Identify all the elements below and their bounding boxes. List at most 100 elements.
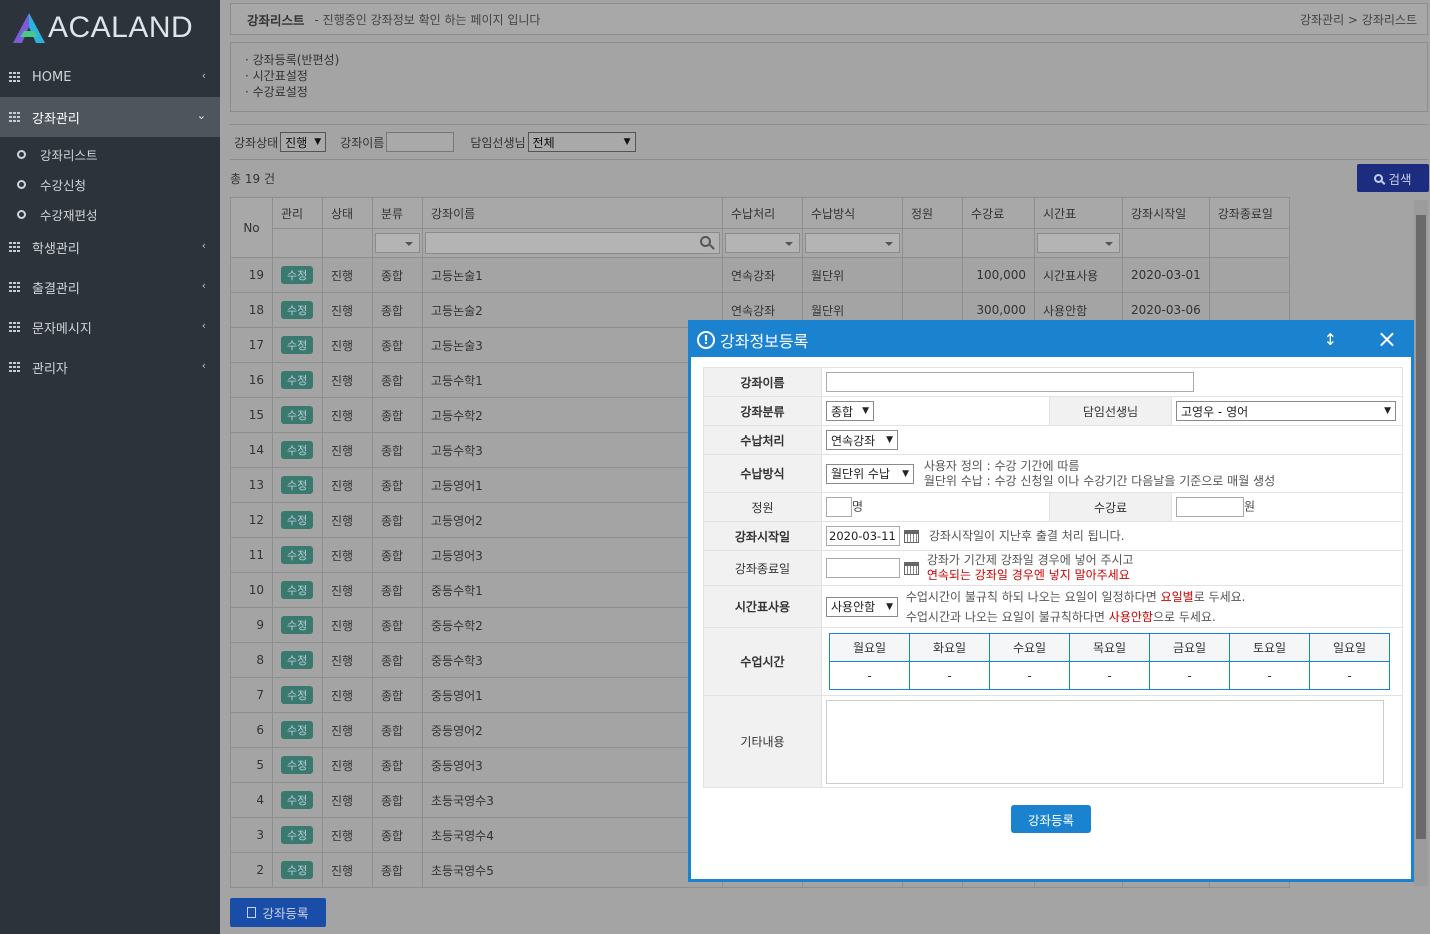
column-header[interactable]: 수강료 [962,197,1035,229]
day-time-cell[interactable]: - [1149,661,1230,690]
edit-button[interactable]: 수정 [281,266,314,284]
day-time-cell[interactable]: - [1069,661,1150,690]
course-category-select[interactable]: 종합 ▼ [826,401,874,421]
resize-icon[interactable]: ↕ [1324,330,1337,349]
nav-sub-reorganize[interactable]: 수강재편성 [0,199,220,229]
edit-button[interactable]: 수정 [281,371,314,389]
column-header[interactable]: No [230,197,273,258]
close-icon[interactable]: × [1377,325,1397,353]
column-header[interactable]: 분류 [372,197,423,229]
calendar-icon[interactable] [904,561,919,575]
calendar-icon[interactable] [904,529,919,543]
nav-sms[interactable]: 문자메시지 ‹ [0,307,220,347]
cell-edit: 수정 [272,677,323,713]
scrollbar-thumb[interactable] [1416,215,1426,839]
edit-button[interactable]: 수정 [281,861,314,879]
edit-button[interactable]: 수정 [281,616,314,634]
end-date-note-1: 강좌가 기간제 강좌일 경우에 넣어 주시고 [926,553,1134,567]
nav-home[interactable]: HOME ‹ [0,57,220,97]
edit-button[interactable]: 수정 [281,476,314,494]
method-select[interactable]: 월단위 수납 ▼ [826,463,914,484]
edit-button[interactable]: 수정 [281,441,314,459]
status-filter-select[interactable]: 진행 ▼ [280,132,327,152]
edit-button[interactable]: 수정 [281,686,314,704]
payment-select[interactable]: 연속강좌 ▼ [826,430,898,450]
column-header[interactable]: 관리 [272,197,323,229]
edit-button[interactable]: 수정 [281,301,314,319]
payment-filter-select[interactable] [725,233,800,253]
cell-no: 16 [230,362,273,398]
nav-admin[interactable]: 관리자 ‹ [0,347,220,387]
day-header: 목요일 [1069,633,1150,662]
column-header[interactable]: 시간표 [1034,197,1123,229]
column-header[interactable]: 수납처리 [722,197,803,229]
search-button[interactable]: 검색 [1357,164,1429,192]
table-row[interactable]: 19 수정 진행 종합 고등논술1 연속강좌 월단위 100,000 시간표사용 2020-03-… [230,257,1290,293]
etc-textarea[interactable] [826,699,1384,784]
cell-status: 진행 [322,397,373,433]
name-filter-input[interactable] [386,132,455,152]
day-time-cell[interactable]: - [989,661,1070,690]
nav-student-management[interactable]: 학생관리 ‹ [0,227,220,267]
method-value: 월단위 수납 [831,467,891,481]
category-filter-select[interactable] [375,233,420,253]
link-timetable-setting[interactable]: · 시간표설정 [245,68,1413,84]
column-header[interactable]: 강좌시작일 [1122,197,1210,229]
edit-button[interactable]: 수정 [281,581,314,599]
edit-button[interactable]: 수정 [281,826,314,844]
cell-status: 진행 [322,677,373,713]
nav-sub-course-list[interactable]: 강좌리스트 [0,139,220,169]
cell-category: 종합 [372,397,423,433]
cell-no: 7 [230,677,273,713]
start-date-input[interactable]: 2020-03-11 [826,526,900,546]
nav-sub-label: 강좌리스트 [40,147,98,163]
page-description: - 진행중인 강좌정보 확인 하는 페이지 입니다 [314,12,541,27]
capacity-input[interactable] [826,497,852,517]
logo[interactable]: ACALAND [12,10,193,46]
column-header[interactable]: 강좌이름 [422,197,723,229]
timetable-select[interactable]: 사용안함 ▼ [826,596,898,617]
method-filter-select[interactable] [805,233,900,253]
cell-category: 종합 [372,292,423,328]
quick-links: · 강좌등록(반편성) · 시간표설정 · 수강료설정 [230,42,1428,112]
course-name-filter-input[interactable] [425,232,720,254]
day-time-cell[interactable]: - [1309,661,1390,690]
course-name-input[interactable] [826,372,1194,392]
column-header[interactable]: 정원 [902,197,963,229]
edit-button[interactable]: 수정 [281,336,314,354]
day-time-cell[interactable]: - [1229,661,1310,690]
timetable-filter-select[interactable] [1037,233,1120,253]
total-count: 총 19 건 [230,172,275,186]
column-header[interactable]: 강좌종료일 [1208,197,1290,229]
edit-button[interactable]: 수정 [281,406,314,424]
submit-course-button[interactable]: 강좌등록 [1011,805,1091,833]
edit-button[interactable]: 수정 [281,791,314,809]
edit-button[interactable]: 수정 [281,756,314,774]
teacher-select[interactable]: 고영우 - 영어 ▼ [1176,401,1396,421]
edit-button[interactable]: 수정 [281,546,314,564]
method-note-1: 사용자 정의 : 수강 기간에 따름 [923,458,1080,473]
nav-home-label: HOME [32,69,72,85]
course-register-button[interactable]: 강좌등록 [230,898,326,927]
teacher-filter-select[interactable]: 전체 ▼ [527,132,636,152]
day-time-cell[interactable]: - [829,661,910,690]
column-header[interactable]: 수납방식 [802,197,903,229]
cell-course-name: 고등영어2 [422,502,723,538]
cell-method: 월단위 [802,257,903,293]
modal-title: 강좌정보등록 [720,332,809,351]
edit-button[interactable]: 수정 [281,721,314,739]
link-fee-setting[interactable]: · 수강료설정 [245,84,1413,100]
fee-input[interactable] [1176,497,1244,517]
cell-edit: 수정 [272,817,323,853]
nav-sub-enrollment[interactable]: 수강신청 [0,169,220,199]
end-date-input[interactable] [826,558,900,578]
edit-button[interactable]: 수정 [281,511,314,529]
day-time-cell[interactable]: - [909,661,990,690]
column-header[interactable]: 상태 [322,197,373,229]
link-course-register[interactable]: · 강좌등록(반편성) [245,52,1413,68]
nav-attendance[interactable]: 출결관리 ‹ [0,267,220,307]
edit-button[interactable]: 수정 [281,651,314,669]
table-scrollbar[interactable] [1414,200,1428,886]
nav-course-management[interactable]: 강좌관리 ⌄ [0,97,220,137]
cell-category: 종합 [372,677,423,713]
